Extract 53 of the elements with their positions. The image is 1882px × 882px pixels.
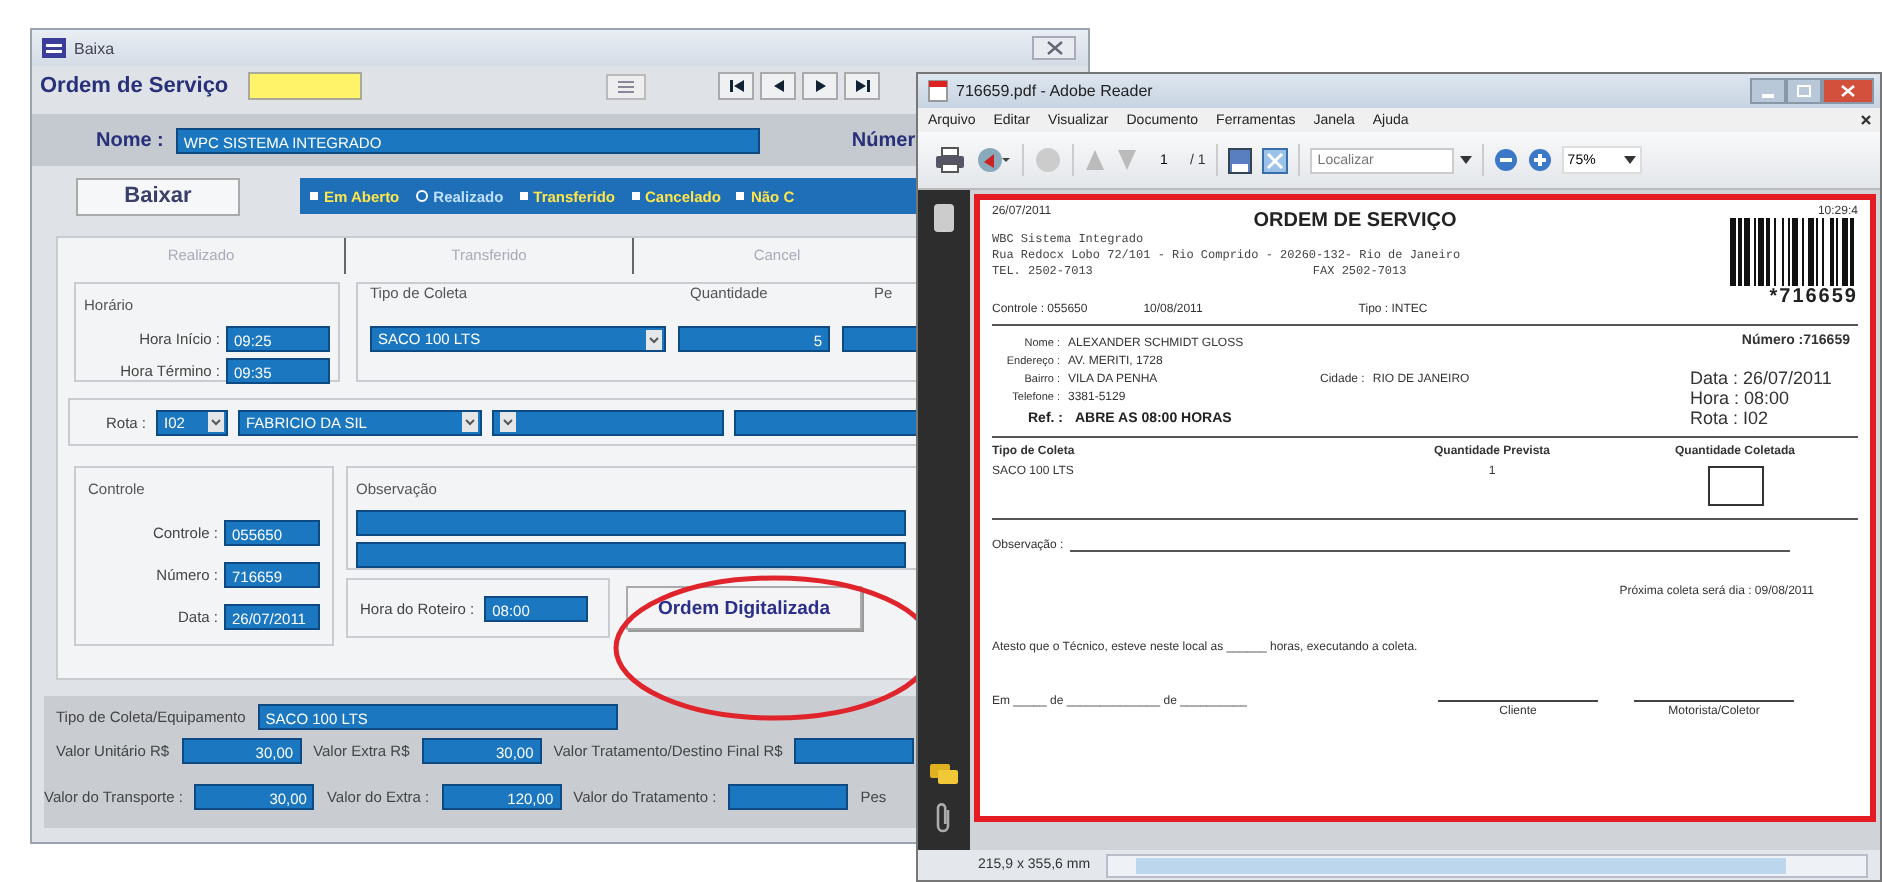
first-icon xyxy=(727,78,746,94)
fit-page-icon[interactable] xyxy=(1261,147,1288,173)
weight-field[interactable] xyxy=(842,326,922,352)
share-icon[interactable] xyxy=(976,146,1012,174)
minimize-button[interactable] xyxy=(1750,78,1786,104)
baixar-button[interactable]: Baixar xyxy=(76,177,240,215)
order-detail: Rota : I02 xyxy=(1690,408,1769,428)
scanned-order-button[interactable]: Ordem Digitalizada xyxy=(626,586,862,630)
field-label: Númer xyxy=(851,129,916,151)
zoom-out-icon[interactable] xyxy=(1493,148,1518,172)
dropdown[interactable] xyxy=(492,409,725,435)
order-detail: Hora : 08:00 xyxy=(1690,388,1790,408)
note-field[interactable] xyxy=(356,510,906,536)
input-field[interactable] xyxy=(728,784,849,810)
input-field[interactable] xyxy=(794,738,915,764)
page-icon[interactable] xyxy=(932,202,956,234)
close-icon[interactable] xyxy=(1860,114,1872,126)
close-button[interactable] xyxy=(1822,78,1874,104)
close-icon xyxy=(1045,40,1063,56)
document-title: ORDEM DE SERVIÇO xyxy=(1253,210,1457,232)
window-title: 716659.pdf - Adobe Reader xyxy=(956,82,1153,100)
horizontal-scrollbar[interactable] xyxy=(1106,853,1868,877)
quantity-box xyxy=(1707,466,1763,506)
order-input[interactable] xyxy=(248,72,363,100)
window-title: Baixa xyxy=(74,39,115,57)
close-button[interactable] xyxy=(1032,36,1076,60)
app-icon xyxy=(42,38,66,58)
zoom-in-icon[interactable] xyxy=(1527,148,1552,172)
maximize-icon xyxy=(1796,84,1812,98)
pdf-icon xyxy=(928,80,948,102)
previous-icon xyxy=(769,78,788,94)
next-button[interactable] xyxy=(802,72,839,100)
list-button[interactable] xyxy=(606,73,647,99)
caret-icon xyxy=(1623,156,1636,164)
field-label: Ordem de Serviço xyxy=(40,74,229,98)
order-detail: Data : 26/07/2011 xyxy=(1690,368,1832,388)
maximize-button[interactable] xyxy=(1786,78,1822,104)
field-label: Nome : xyxy=(96,129,164,151)
last-button[interactable] xyxy=(844,72,881,100)
print-icon[interactable] xyxy=(934,146,966,174)
barcode-number: *716659 xyxy=(1769,286,1858,308)
input-field[interactable] xyxy=(734,409,922,435)
first-button[interactable] xyxy=(718,72,755,100)
next-icon xyxy=(811,78,830,94)
barcode-drawing xyxy=(1730,218,1858,286)
caret-icon[interactable] xyxy=(1459,156,1472,164)
list-icon xyxy=(616,79,637,93)
previous-button[interactable] xyxy=(760,72,797,100)
close-icon xyxy=(1840,84,1856,98)
save-icon[interactable] xyxy=(1227,147,1252,173)
note-field[interactable] xyxy=(356,542,906,568)
comment-icon[interactable] xyxy=(928,762,960,786)
last-icon xyxy=(853,78,872,94)
